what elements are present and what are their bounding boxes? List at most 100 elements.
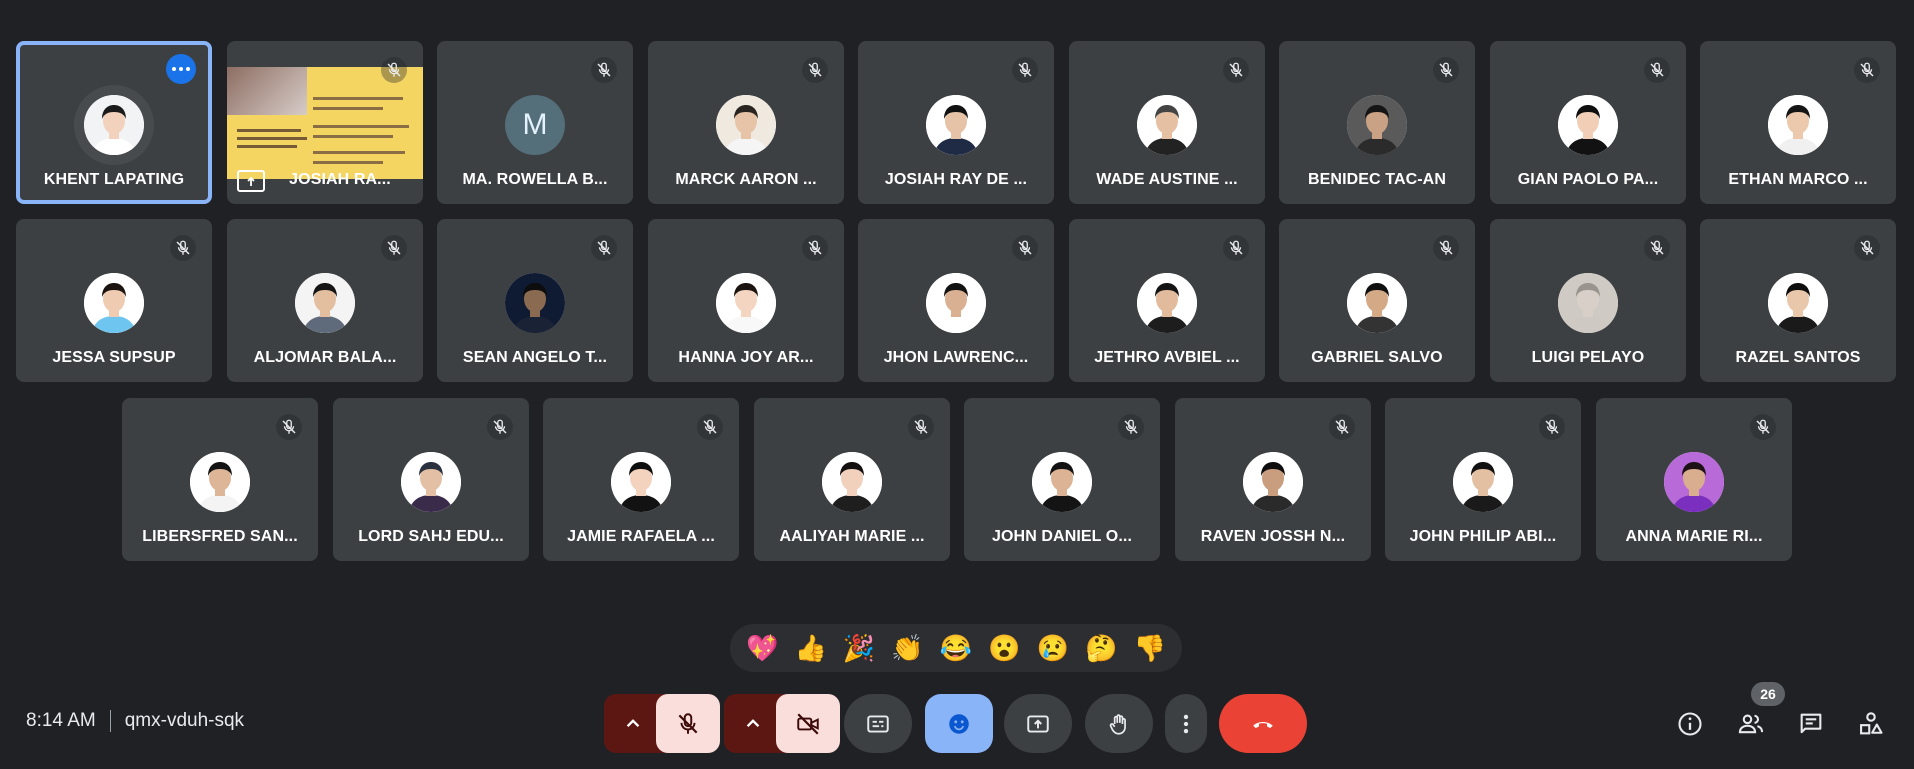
captions-button[interactable]: [844, 694, 912, 753]
participant-tile[interactable]: KHENT LAPATING: [16, 41, 212, 204]
participant-tile[interactable]: JOSIAH RA...: [227, 41, 423, 204]
reaction-surprised[interactable]: 😮: [984, 635, 1024, 661]
chat-icon: [1800, 713, 1822, 734]
emoji-icon: [949, 713, 969, 734]
participant-tile[interactable]: BENIDEC TAC-AN: [1279, 41, 1475, 204]
participant-name: JAMIE RAFAELA ...: [567, 528, 715, 545]
reaction-party-popper[interactable]: 🎉: [839, 635, 879, 661]
participant-tile[interactable]: ETHAN MARCO ...: [1700, 41, 1896, 204]
participant-name: GABRIEL SALVO: [1311, 349, 1443, 366]
participant-tile[interactable]: MARCK AARON ...: [648, 41, 844, 204]
participant-tile[interactable]: JHON LAWRENC...: [858, 219, 1054, 382]
info-icon: [1678, 712, 1702, 736]
participant-name: MA. ROWELLA B...: [462, 171, 608, 188]
people-button[interactable]: [1733, 706, 1769, 742]
reaction-thumbs-up[interactable]: 👍: [791, 635, 831, 661]
meeting-time: 8:14 AM: [26, 710, 96, 731]
avatar: [1243, 452, 1303, 512]
reaction-thinking[interactable]: 🤔: [1081, 635, 1121, 661]
participant-tile[interactable]: M MA. ROWELLA B...: [437, 41, 633, 204]
more-options-button[interactable]: [1165, 694, 1207, 753]
participant-tile[interactable]: JOHN DANIEL O...: [964, 398, 1160, 561]
avatar: [505, 273, 565, 333]
participant-tile[interactable]: JOSIAH RAY DE ...: [858, 41, 1054, 204]
participant-tile[interactable]: RAZEL SANTOS: [1700, 219, 1896, 382]
mic-off-icon: [1644, 235, 1670, 261]
participant-tile[interactable]: LIBERSFRED SAN...: [122, 398, 318, 561]
participant-tile[interactable]: ANNA MARIE RI...: [1596, 398, 1792, 561]
mic-off-icon: [591, 235, 617, 261]
send-reaction-button[interactable]: [925, 694, 993, 753]
shared-screen-preview: [227, 67, 423, 179]
participant-tile[interactable]: JETHRO AVBIEL ...: [1069, 219, 1265, 382]
meeting-details-button[interactable]: [1672, 706, 1708, 742]
audio-settings-button[interactable]: [616, 694, 650, 753]
avatar: [1137, 95, 1197, 155]
avatar: [1453, 452, 1513, 512]
people-icon: [1738, 714, 1764, 734]
avatar: [1558, 273, 1618, 333]
call-end-icon: [1253, 721, 1273, 728]
mic-off-icon: [802, 235, 828, 261]
participant-tile[interactable]: HANNA JOY AR...: [648, 219, 844, 382]
participant-name: LORD SAHJ EDU...: [358, 528, 504, 545]
reaction-laughing[interactable]: 😂: [936, 635, 976, 661]
reaction-thumbs-down[interactable]: 👎: [1130, 635, 1170, 661]
participant-tile[interactable]: ALJOMAR BALA...: [227, 219, 423, 382]
avatar: [716, 95, 776, 155]
avatar: [1032, 452, 1092, 512]
hand-icon: [1109, 713, 1126, 735]
reaction-clapping[interactable]: 👏: [888, 635, 928, 661]
participant-tile[interactable]: GABRIEL SALVO: [1279, 219, 1475, 382]
avatar: [716, 273, 776, 333]
participant-tile[interactable]: JOHN PHILIP ABI...: [1385, 398, 1581, 561]
mic-off-icon: [802, 57, 828, 83]
avatar: [926, 95, 986, 155]
videocam-off-icon: [797, 712, 819, 735]
mic-off-icon: [1433, 57, 1459, 83]
leave-call-button[interactable]: [1219, 694, 1307, 753]
avatar: [1768, 95, 1828, 155]
mic-off-icon: [170, 235, 196, 261]
mic-off-icon: [1223, 57, 1249, 83]
participant-name: HANNA JOY AR...: [678, 349, 814, 366]
mic-toggle-button[interactable]: [656, 694, 720, 753]
mic-off-icon: [1012, 235, 1038, 261]
video-settings-button[interactable]: [736, 694, 770, 753]
raise-hand-button[interactable]: [1085, 694, 1153, 753]
reaction-crying[interactable]: 😢: [1033, 635, 1073, 661]
mic-off-icon: [697, 414, 723, 440]
mic-off-icon: [1118, 414, 1144, 440]
participant-name: GIAN PAOLO PA...: [1517, 171, 1659, 188]
participant-tile[interactable]: AALIYAH MARIE ...: [754, 398, 950, 561]
avatar: [84, 95, 144, 155]
participant-tile[interactable]: JAMIE RAFAELA ...: [543, 398, 739, 561]
avatar: [1768, 273, 1828, 333]
participant-tile[interactable]: LUIGI PELAYO: [1490, 219, 1686, 382]
more-options-icon[interactable]: [166, 54, 196, 84]
participant-name: JOHN DANIEL O...: [992, 528, 1132, 545]
avatar: [1664, 452, 1724, 512]
mic-off-icon: [1854, 57, 1880, 83]
participant-tile[interactable]: SEAN ANGELO T...: [437, 219, 633, 382]
camera-toggle-button[interactable]: [776, 694, 840, 753]
participant-name: RAVEN JOSSH N...: [1200, 528, 1346, 545]
avatar: [1558, 95, 1618, 155]
participant-tile[interactable]: JESSA SUPSUP: [16, 219, 212, 382]
chat-button[interactable]: [1793, 706, 1829, 742]
participant-name: JESSA SUPSUP: [52, 349, 176, 366]
participant-tile[interactable]: RAVEN JOSSH N...: [1175, 398, 1371, 561]
participant-tile[interactable]: LORD SAHJ EDU...: [333, 398, 529, 561]
participant-name: JOSIAH RAY DE ...: [884, 171, 1028, 188]
activities-button[interactable]: [1853, 706, 1889, 742]
meeting-code[interactable]: qmx-vduh-sqk: [125, 710, 244, 732]
participant-name: LUIGI PELAYO: [1531, 349, 1645, 366]
participant-name: KHENT LAPATING: [43, 171, 185, 188]
avatar: [1137, 273, 1197, 333]
mic-off-icon: [1223, 235, 1249, 261]
present-now-button[interactable]: [1004, 694, 1072, 753]
participant-tile[interactable]: GIAN PAOLO PA...: [1490, 41, 1686, 204]
mic-control: [604, 694, 720, 753]
reaction-sparkling-heart[interactable]: 💖: [742, 635, 782, 661]
participant-tile[interactable]: WADE AUSTINE ...: [1069, 41, 1265, 204]
